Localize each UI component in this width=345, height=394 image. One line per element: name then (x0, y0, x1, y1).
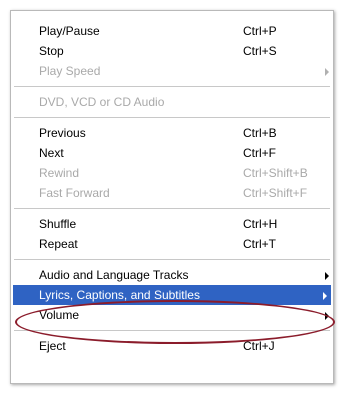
menu-separator (14, 208, 330, 209)
menu-item-label: DVD, VCD or CD Audio (39, 95, 165, 109)
menu-item-next[interactable]: Next Ctrl+F (11, 143, 333, 163)
menu-item-label: Eject (39, 339, 66, 353)
menu-item-play-pause[interactable]: Play/Pause Ctrl+P (11, 21, 333, 41)
menu-item-label: Lyrics, Captions, and Subtitles (39, 288, 200, 302)
menu-separator (14, 259, 330, 260)
menu-item-dvd-vcd-cd-audio: DVD, VCD or CD Audio (11, 92, 333, 112)
menu-separator (14, 330, 330, 331)
menu-item-shortcut: Ctrl+J (243, 339, 275, 353)
menu-item-label: Stop (39, 44, 64, 58)
submenu-arrow-icon (323, 292, 327, 300)
menu-item-label: Next (39, 146, 64, 160)
menu-item-rewind: Rewind Ctrl+Shift+B (11, 163, 333, 183)
submenu-arrow-icon (325, 68, 329, 76)
menu-item-label: Audio and Language Tracks (39, 268, 189, 282)
menu-item-shortcut: Ctrl+P (243, 24, 277, 38)
menu-item-previous[interactable]: Previous Ctrl+B (11, 123, 333, 143)
menu-item-shortcut: Ctrl+Shift+F (243, 186, 308, 200)
menu-item-repeat[interactable]: Repeat Ctrl+T (11, 234, 333, 254)
menu-item-shuffle[interactable]: Shuffle Ctrl+H (11, 214, 333, 234)
context-menu: Play/Pause Ctrl+P Stop Ctrl+S Play Speed… (10, 10, 334, 384)
menu-item-label: Previous (39, 126, 86, 140)
menu-item-label: Fast Forward (39, 186, 110, 200)
menu-item-lyrics-captions-subtitles[interactable]: Lyrics, Captions, and Subtitles (13, 285, 331, 305)
menu-item-shortcut: Ctrl+S (243, 44, 277, 58)
menu-item-eject[interactable]: Eject Ctrl+J (11, 336, 333, 356)
menu-item-shortcut: Ctrl+Shift+B (243, 166, 308, 180)
menu-item-label: Repeat (39, 237, 78, 251)
menu-item-fast-forward: Fast Forward Ctrl+Shift+F (11, 183, 333, 203)
menu-item-stop[interactable]: Stop Ctrl+S (11, 41, 333, 61)
menu-item-shortcut: Ctrl+H (243, 217, 278, 231)
menu-item-label: Volume (39, 308, 80, 322)
menu-item-shortcut: Ctrl+B (243, 126, 277, 140)
menu-item-label: Shuffle (39, 217, 77, 231)
menu-separator (14, 117, 330, 118)
menu-item-audio-language-tracks[interactable]: Audio and Language Tracks (11, 265, 333, 285)
menu-item-label: Play Speed (39, 64, 101, 78)
menu-item-shortcut: Ctrl+F (243, 146, 276, 160)
menu-separator (14, 86, 330, 87)
submenu-arrow-icon (325, 272, 329, 280)
menu-item-shortcut: Ctrl+T (243, 237, 276, 251)
menu-item-play-speed: Play Speed (11, 61, 333, 81)
menu-item-label: Rewind (39, 166, 80, 180)
menu-item-label: Play/Pause (39, 24, 100, 38)
menu-item-volume[interactable]: Volume (11, 305, 333, 325)
submenu-arrow-icon (325, 312, 329, 320)
